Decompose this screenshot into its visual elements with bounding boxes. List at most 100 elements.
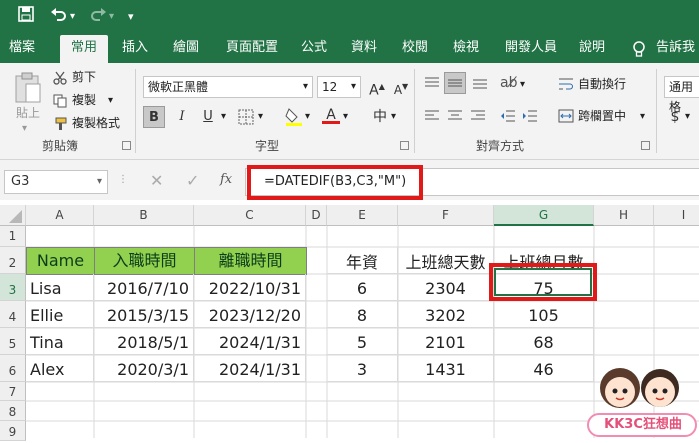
tab-draw[interactable]: 繪圖 [166,35,206,63]
underline-button[interactable]: U [197,106,219,128]
cell-days[interactable]: 3202 [398,301,494,328]
column-header-b[interactable]: B [94,205,194,226]
cell-years[interactable]: 8 [327,301,398,328]
align-left-icon[interactable] [424,108,440,128]
save-icon[interactable] [18,6,34,28]
column-header-c[interactable]: C [194,205,306,226]
insert-function-icon[interactable]: fx [220,172,232,187]
redo-icon[interactable] [89,6,107,28]
cell-months[interactable]: 68 [494,328,594,355]
column-header-a[interactable]: A [26,205,94,226]
phonetic-dropdown-icon[interactable]: ▾ [391,109,396,125]
font-color-dropdown-icon[interactable]: ▾ [343,109,348,125]
copy-button[interactable]: 複製 [72,92,96,108]
currency-dropdown-icon[interactable]: ▾ [685,109,690,125]
cell-name[interactable]: Alex [26,355,94,382]
align-middle-icon[interactable] [444,72,466,94]
tab-file[interactable]: 檔案 [2,35,42,63]
font-color-icon[interactable]: A [322,107,340,124]
undo-icon[interactable] [50,6,68,28]
merge-dropdown-icon[interactable]: ▾ [640,109,645,125]
cell-months[interactable]: 46 [494,355,594,382]
cell-years[interactable]: 5 [327,328,398,355]
tab-formulas[interactable]: 公式 [296,35,332,63]
cell-start[interactable]: 2016/7/10 [94,274,194,301]
font-size-select[interactable]: 12 ▾ [317,76,361,98]
cell-days[interactable]: 2101 [398,328,494,355]
tab-home[interactable]: 常用 [60,35,108,63]
row-header-5[interactable]: 5 [0,328,26,355]
header-cell-name[interactable]: Name [26,247,95,275]
fill-color-dropdown-icon[interactable]: ▾ [305,109,310,125]
font-name-select[interactable]: 微軟正黑體 ▾ [143,76,313,98]
wrap-text-icon[interactable] [558,76,574,96]
fill-color-icon[interactable] [285,107,303,131]
cell-leave[interactable]: 2022/10/31 [194,274,306,301]
row-header-3[interactable]: 3 [0,274,26,301]
merge-center-icon[interactable] [558,108,574,128]
wrap-text-button[interactable]: 自動換行 [578,76,626,92]
cut-button[interactable]: 剪下 [72,69,96,85]
row-header-4[interactable]: 4 [0,301,26,328]
row-header-6[interactable]: 6 [0,355,26,382]
alignment-launcher-icon[interactable] [641,141,650,150]
tab-page-layout[interactable]: 頁面配置 [220,35,284,63]
decrease-indent-icon[interactable] [500,108,516,128]
cell-leave[interactable]: 2024/1/31 [194,328,306,355]
format-painter-button[interactable]: 複製格式 [72,115,120,131]
tab-review[interactable]: 校閱 [395,35,435,63]
enter-icon[interactable]: ✓ [186,171,199,190]
chevron-down-icon[interactable]: ▾ [128,6,134,28]
column-header-h[interactable]: H [594,205,654,226]
format-painter-icon[interactable] [53,116,67,135]
merge-center-button[interactable]: 跨欄置中 [578,108,626,124]
header-cell-years[interactable]: 年資 [327,247,398,274]
tab-help[interactable]: 說明 [572,35,612,63]
tab-view[interactable]: 檢視 [446,35,486,63]
undo-dropdown-icon[interactable]: ▾ [70,6,75,28]
cell-leave[interactable]: 2023/12/20 [194,301,306,328]
cell-name[interactable]: Tina [26,328,94,355]
tab-insert[interactable]: 插入 [115,35,155,63]
drag-handle-icon[interactable]: ⋮ [118,174,129,185]
name-box[interactable]: G3 ▾ [4,170,108,194]
row-header-8[interactable]: 8 [0,401,26,421]
column-header-g[interactable]: G [494,205,594,226]
copy-dropdown-icon[interactable]: ▾ [108,93,113,109]
underline-dropdown-icon[interactable]: ▾ [221,109,226,125]
orientation-icon[interactable]: ab̸ [500,75,517,91]
increase-font-icon[interactable]: A▲ [367,76,387,99]
column-header-i[interactable]: I [654,205,699,226]
bold-button[interactable]: B [143,106,165,128]
orientation-dropdown-icon[interactable]: ▾ [520,77,525,93]
cancel-icon[interactable]: ✕ [150,171,163,190]
row-header-7[interactable]: 7 [0,382,26,401]
copy-icon[interactable] [53,93,67,112]
cell-months[interactable]: 105 [494,301,594,328]
header-cell-start[interactable]: 入職時間 [94,247,195,275]
border-icon[interactable] [238,109,254,129]
row-header-9[interactable]: 9 [0,421,26,441]
cell-start[interactable]: 2018/5/1 [94,328,194,355]
cell-name[interactable]: Ellie [26,301,94,328]
column-header-e[interactable]: E [327,205,398,226]
tell-me-search[interactable]: 告訴我 [656,35,699,63]
cell-leave[interactable]: 2024/1/31 [194,355,306,382]
increase-indent-icon[interactable] [522,108,538,128]
header-cell-leave[interactable]: 離職時間 [194,247,307,275]
cell-start[interactable]: 2015/3/15 [94,301,194,328]
cell-start[interactable]: 2020/3/1 [94,355,194,382]
cell-years[interactable]: 3 [327,355,398,382]
font-launcher-icon[interactable] [400,141,409,150]
italic-button[interactable]: I [171,106,193,128]
cell-name[interactable]: Lisa [26,274,94,301]
paste-dropdown-icon[interactable]: ▾ [22,121,27,137]
align-top-icon[interactable] [424,75,440,95]
currency-button[interactable]: $ [668,106,682,128]
paste-label[interactable]: 貼上 [16,105,40,121]
tab-developer[interactable]: 開發人員 [498,35,564,63]
cell-days[interactable]: 1431 [398,355,494,382]
column-header-d[interactable]: D [306,205,327,226]
tab-data[interactable]: 資料 [344,35,384,63]
number-format-select[interactable]: 通用格 [664,76,699,114]
